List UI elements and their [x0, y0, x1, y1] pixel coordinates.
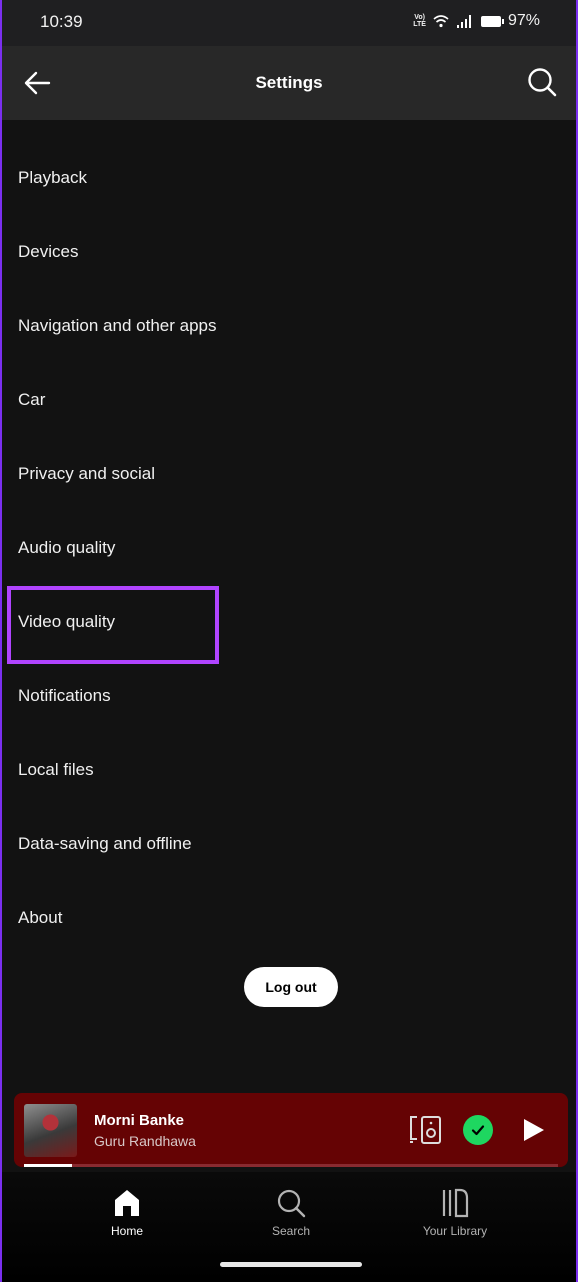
play-icon — [524, 1119, 544, 1141]
play-button[interactable] — [520, 1117, 546, 1143]
logout-button[interactable]: Log out — [244, 967, 338, 1007]
settings-item-navigation[interactable]: Navigation and other apps — [2, 289, 576, 363]
saved-button[interactable] — [463, 1115, 493, 1145]
home-indicator[interactable] — [220, 1262, 362, 1267]
signal-icon — [456, 15, 471, 28]
battery-percent: 97% — [507, 12, 540, 29]
track-title: Morni Banke — [94, 1112, 185, 1129]
library-icon — [442, 1188, 469, 1218]
playback-progress-fill — [24, 1164, 73, 1167]
battery-icon — [480, 15, 504, 27]
settings-item-playback[interactable]: Playback — [2, 141, 576, 215]
settings-item-video-quality[interactable]: Video quality — [2, 585, 576, 659]
settings-item-audio-quality[interactable]: Audio quality — [2, 511, 576, 585]
settings-list: Playback Devices Navigation and other ap… — [2, 141, 576, 955]
mini-player[interactable]: Morni Banke Guru Randhawa — [14, 1093, 568, 1167]
status-time: 10:39 — [40, 12, 83, 31]
track-artist: Guru Randhawa — [94, 1133, 196, 1149]
settings-item-car[interactable]: Car — [2, 363, 576, 437]
search-icon — [277, 1189, 306, 1218]
nav-label-home: Home — [110, 1224, 143, 1238]
check-icon — [471, 1125, 485, 1136]
nav-label-library: Your Library — [422, 1224, 488, 1238]
settings-item-local-files[interactable]: Local files — [2, 733, 576, 807]
status-icons: Vo) LTE 97% — [413, 12, 540, 30]
wifi-icon — [433, 15, 449, 28]
album-art — [24, 1104, 77, 1157]
nav-search[interactable]: Search — [231, 1188, 351, 1238]
settings-item-notifications[interactable]: Notifications — [2, 659, 576, 733]
status-bar: 10:39 Vo) LTE 97% — [2, 0, 576, 46]
volte-icon: Vo) LTE — [413, 14, 426, 28]
connect-device-button[interactable] — [408, 1115, 442, 1145]
settings-item-devices[interactable]: Devices — [2, 215, 576, 289]
settings-item-data-saving[interactable]: Data-saving and offline — [2, 807, 576, 881]
app-header: Settings — [2, 46, 576, 120]
nav-library[interactable]: Your Library — [395, 1188, 515, 1238]
nav-label-search: Search — [271, 1224, 311, 1238]
playback-progress — [24, 1164, 558, 1167]
devices-icon — [410, 1116, 441, 1144]
home-icon — [115, 1190, 139, 1216]
page-title: Settings — [255, 73, 323, 92]
settings-item-about[interactable]: About — [2, 881, 576, 955]
search-icon — [528, 68, 557, 97]
nav-home[interactable]: Home — [67, 1188, 187, 1238]
settings-item-privacy[interactable]: Privacy and social — [2, 437, 576, 511]
search-button[interactable] — [526, 66, 558, 98]
